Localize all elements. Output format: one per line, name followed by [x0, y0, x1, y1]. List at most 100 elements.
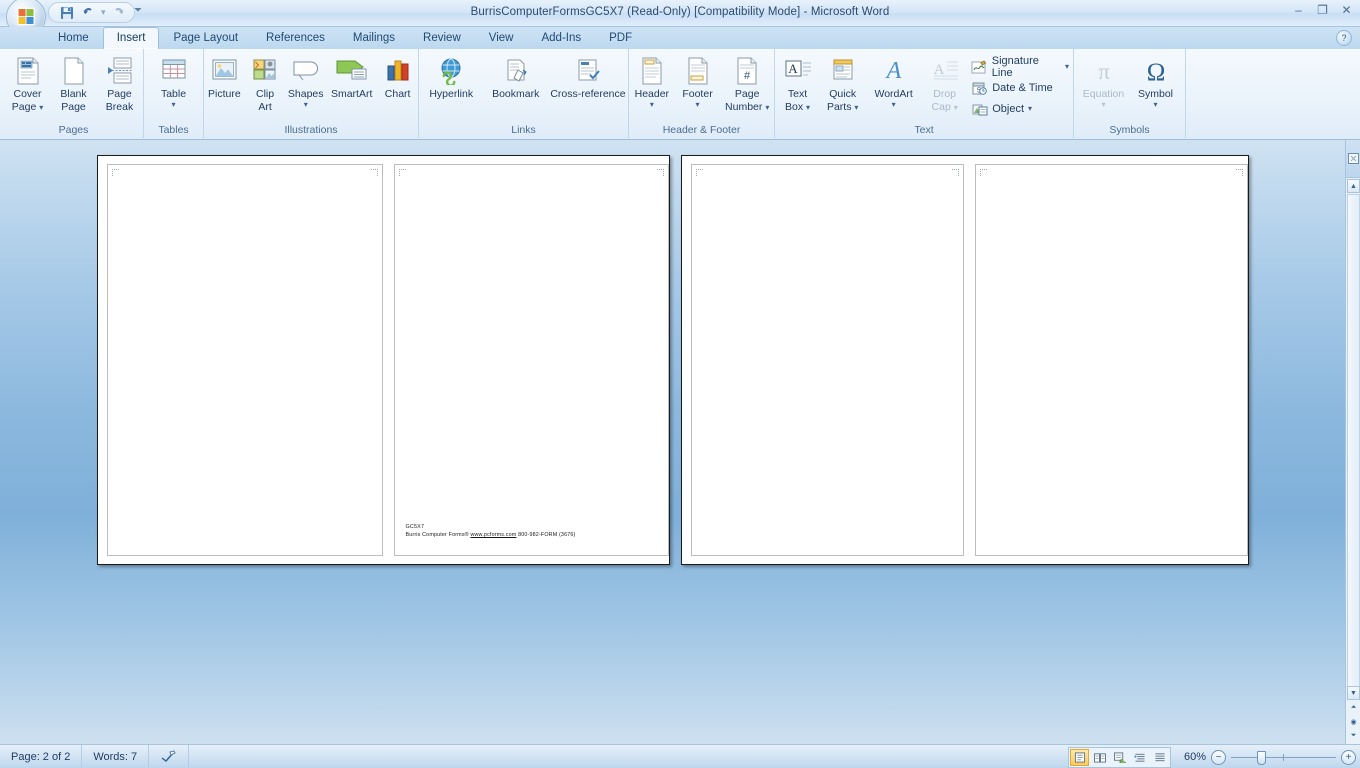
- text-box-dropdown-icon[interactable]: ▾: [806, 103, 810, 112]
- header-dropdown-icon[interactable]: ▾: [650, 100, 654, 109]
- maximize-button[interactable]: ❐: [1315, 3, 1330, 17]
- document-page-4[interactable]: [975, 164, 1248, 556]
- signature-line-icon: [971, 59, 988, 75]
- previous-page-button[interactable]: ⏶: [1347, 701, 1360, 714]
- drop-cap-icon: A: [929, 54, 961, 88]
- header-button[interactable]: Header ▾: [629, 52, 675, 109]
- web-layout-icon: [1113, 751, 1126, 763]
- zoom-level[interactable]: 60%: [1176, 751, 1206, 763]
- phone-number: 800-982-FORM (3676): [518, 532, 576, 538]
- object-dropdown-icon[interactable]: ▾: [1028, 105, 1032, 113]
- table-button[interactable]: Table ▾: [151, 52, 197, 109]
- tab-mailings[interactable]: Mailings: [339, 27, 409, 49]
- page-break-icon: [106, 54, 134, 88]
- document-page-2[interactable]: GC5X7 Burris Computer Forms® www.pcforms…: [393, 164, 669, 556]
- zoom-slider-thumb[interactable]: [1257, 750, 1266, 765]
- text-box-label-bottom: Box: [785, 100, 804, 113]
- drop-cap-button: A Drop Cap ▾: [922, 52, 967, 113]
- footer-dropdown-icon[interactable]: ▾: [696, 100, 700, 109]
- page-break-button[interactable]: Page Break: [97, 52, 143, 113]
- text-box-button[interactable]: A Text Box ▾: [775, 52, 820, 113]
- minimize-button[interactable]: –: [1291, 3, 1306, 17]
- pcforms-link[interactable]: www.pcforms.com: [470, 532, 516, 538]
- footer-icon: [685, 54, 711, 88]
- document-canvas[interactable]: GC5X7 Burris Computer Forms® www.pcforms…: [0, 140, 1345, 744]
- smartart-button[interactable]: SmartArt: [326, 52, 377, 101]
- chart-button[interactable]: Chart: [377, 52, 418, 101]
- proofing-status[interactable]: [149, 744, 190, 768]
- drop-cap-label-top: Drop: [933, 88, 957, 100]
- wordart-button[interactable]: A WordArt ▾: [865, 52, 922, 109]
- page-spread-1[interactable]: GC5X7 Burris Computer Forms® www.pcforms…: [97, 155, 670, 565]
- quick-parts-button[interactable]: Quick Parts ▾: [820, 52, 865, 113]
- equation-icon: π: [1089, 54, 1119, 88]
- date-and-time-label: Date & Time: [992, 82, 1053, 94]
- word-count[interactable]: Words: 7: [82, 744, 150, 768]
- cover-page-button[interactable]: Cover Page ▾: [5, 52, 51, 113]
- date-and-time-button[interactable]: 5 Date & Time: [967, 78, 1073, 99]
- view-draft-button[interactable]: [1150, 749, 1169, 766]
- tab-pdf[interactable]: PDF: [595, 27, 646, 49]
- cover-page-dropdown-icon[interactable]: ▾: [39, 103, 43, 112]
- tab-home[interactable]: Home: [44, 27, 103, 49]
- zoom-slider[interactable]: [1231, 750, 1336, 765]
- table-dropdown-icon[interactable]: ▾: [171, 100, 175, 109]
- page-indicator[interactable]: Page: 2 of 2: [0, 744, 83, 768]
- text-group-small-buttons: Signature Line ▾ 5 Date & Time Object ▾: [967, 52, 1073, 122]
- shapes-label: Shapes: [287, 88, 324, 100]
- wordart-dropdown-icon[interactable]: ▾: [892, 100, 896, 109]
- scrollbar-track[interactable]: [1347, 194, 1360, 700]
- footer-button[interactable]: Footer ▾: [675, 52, 721, 109]
- page-number-dropdown-icon[interactable]: ▾: [765, 103, 769, 112]
- close-button[interactable]: ✕: [1339, 3, 1354, 17]
- symbol-button[interactable]: Ω Symbol ▾: [1130, 52, 1182, 109]
- view-outline-button[interactable]: [1130, 749, 1149, 766]
- view-full-screen-reading-button[interactable]: [1090, 749, 1109, 766]
- ribbon-tabs: Home Insert Page Layout References Maili…: [44, 27, 646, 49]
- tab-references[interactable]: References: [252, 27, 339, 49]
- document-page-1[interactable]: [107, 164, 383, 556]
- group-label-links: Links: [511, 124, 536, 136]
- scroll-down-arrow[interactable]: ▼: [1347, 686, 1360, 700]
- object-button[interactable]: Object ▾: [967, 99, 1073, 120]
- zoom-in-button[interactable]: +: [1341, 749, 1356, 765]
- header-label: Header: [634, 88, 670, 100]
- tab-review[interactable]: Review: [409, 27, 475, 49]
- vertical-scrollbar[interactable]: ▲ ▼ ⏶ ◉ ⏷: [1345, 140, 1360, 744]
- blank-page-button[interactable]: Blank Page: [51, 52, 97, 113]
- view-web-layout-button[interactable]: [1110, 749, 1129, 766]
- tab-page-layout[interactable]: Page Layout: [159, 27, 252, 49]
- shapes-button[interactable]: Shapes ▾: [285, 52, 326, 109]
- zoom-out-button[interactable]: −: [1211, 749, 1226, 765]
- svg-text:π: π: [1098, 59, 1110, 84]
- select-browse-object-button[interactable]: ◉: [1347, 715, 1360, 728]
- symbol-dropdown-icon[interactable]: ▾: [1153, 100, 1157, 109]
- help-icon[interactable]: ?: [1336, 30, 1352, 46]
- page-number-button[interactable]: # Page Number ▾: [720, 52, 774, 113]
- bookmark-button[interactable]: Bookmark: [483, 52, 547, 101]
- text-box-label-top: Text: [787, 88, 808, 100]
- picture-button[interactable]: Picture: [204, 52, 245, 101]
- tab-insert[interactable]: Insert: [102, 27, 160, 49]
- hyperlink-icon: [436, 54, 466, 88]
- smartart-icon: [334, 54, 370, 88]
- object-icon: [971, 101, 988, 117]
- split-window-handle[interactable]: [1346, 140, 1360, 178]
- ribbon-group-header-footer: Header ▾ Footer ▾ # Page Number ▾ Header…: [629, 49, 775, 138]
- signature-line-dropdown-icon[interactable]: ▾: [1065, 63, 1069, 71]
- cross-reference-button[interactable]: Cross-reference: [548, 52, 628, 101]
- tab-add-ins[interactable]: Add-Ins: [527, 27, 595, 49]
- next-page-button[interactable]: ⏷: [1347, 729, 1360, 742]
- clip-art-button[interactable]: Clip Art: [245, 52, 286, 113]
- quick-parts-dropdown-icon[interactable]: ▾: [854, 103, 858, 112]
- signature-line-button[interactable]: Signature Line ▾: [967, 55, 1073, 79]
- scroll-up-arrow[interactable]: ▲: [1347, 179, 1360, 193]
- page-spread-2[interactable]: [681, 155, 1249, 565]
- hyperlink-button[interactable]: Hyperlink: [419, 52, 483, 101]
- tab-view[interactable]: View: [475, 27, 528, 49]
- shapes-dropdown-icon[interactable]: ▾: [304, 100, 308, 109]
- picture-icon: [209, 54, 239, 88]
- document-page-3[interactable]: [691, 164, 964, 556]
- margin-corner-icon: [1236, 169, 1243, 176]
- view-print-layout-button[interactable]: [1070, 748, 1089, 766]
